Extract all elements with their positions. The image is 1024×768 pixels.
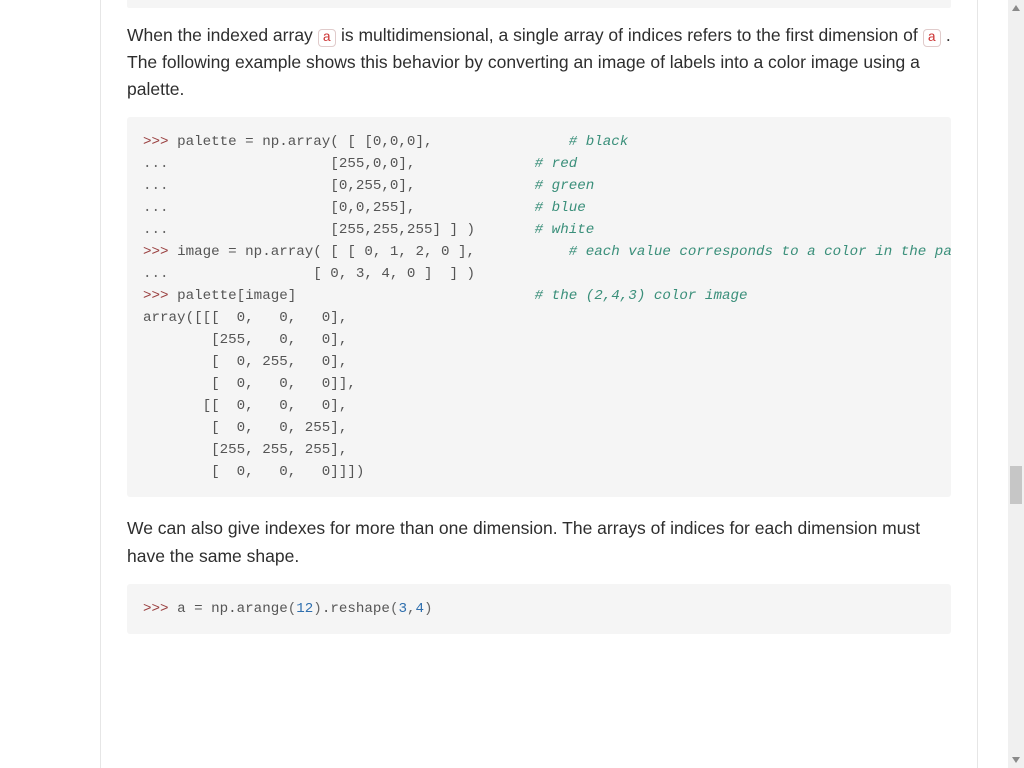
number: 3 bbox=[398, 601, 407, 617]
text-segment: is multidimensional, a single array of i… bbox=[341, 25, 923, 45]
code-output: [ 0, 255, 0], bbox=[143, 354, 347, 370]
code-comment: # blue bbox=[535, 200, 586, 216]
code-output: [ 0, 0, 0]], bbox=[143, 376, 356, 392]
code-comment: # the (2,4,3) color image bbox=[535, 288, 748, 304]
code-comment: # white bbox=[535, 222, 595, 238]
inline-code-a: a bbox=[923, 29, 941, 47]
code-text: [255,255,255] ] ) bbox=[330, 222, 534, 238]
paren: ) bbox=[424, 601, 433, 617]
paren: ( bbox=[288, 601, 297, 617]
inline-code-a: a bbox=[318, 29, 336, 47]
code-comment: # each value corresponds to a color in t… bbox=[569, 244, 951, 260]
scrollbar-down-arrow-icon[interactable] bbox=[1008, 752, 1024, 768]
code-text: .reshape bbox=[322, 601, 390, 617]
top-codeblock-slice bbox=[127, 0, 951, 8]
code-text: image = np.array( [ [ 0, 1, 2, 0 ], bbox=[177, 244, 569, 260]
code-comment: # red bbox=[535, 156, 578, 172]
prompt: >>> bbox=[143, 244, 177, 260]
code-comment: # green bbox=[535, 178, 595, 194]
text-segment: When the indexed array bbox=[127, 25, 318, 45]
paren: ) bbox=[313, 601, 322, 617]
paragraph-intro: When the indexed array a is multidimensi… bbox=[127, 22, 951, 103]
code-output: [255, 0, 0], bbox=[143, 332, 347, 348]
scrollbar-up-arrow-icon[interactable] bbox=[1008, 0, 1024, 16]
continuation: ... bbox=[143, 222, 330, 238]
code-output: [ 0, 0, 255], bbox=[143, 420, 347, 436]
continuation: ... bbox=[143, 266, 313, 282]
code-comment: # black bbox=[569, 134, 629, 150]
prompt: >>> bbox=[143, 134, 177, 150]
code-output: [[ 0, 0, 0], bbox=[143, 398, 347, 414]
code-text: palette[image] bbox=[177, 288, 535, 304]
code-text: palette = np.array( [ [0,0,0], bbox=[177, 134, 569, 150]
code-output: [ 0, 0, 0]]]) bbox=[143, 464, 364, 480]
article-column: When the indexed array a is multidimensi… bbox=[100, 0, 978, 768]
scrollbar[interactable] bbox=[1008, 0, 1024, 768]
scrollbar-thumb[interactable] bbox=[1010, 466, 1022, 504]
prompt: >>> bbox=[143, 601, 177, 617]
continuation: ... bbox=[143, 156, 330, 172]
continuation: ... bbox=[143, 178, 330, 194]
code-output: [255, 255, 255], bbox=[143, 442, 347, 458]
number: 4 bbox=[415, 601, 424, 617]
paragraph-multidim: We can also give indexes for more than o… bbox=[127, 515, 951, 569]
prompt: >>> bbox=[143, 288, 177, 304]
code-text: [255,0,0], bbox=[330, 156, 534, 172]
code-output: array([[[ 0, 0, 0], bbox=[143, 310, 347, 326]
code-text: [ 0, 3, 4, 0 ] ] ) bbox=[313, 266, 475, 282]
continuation: ... bbox=[143, 200, 330, 216]
code-text: [0,255,0], bbox=[330, 178, 534, 194]
code-block-palette: >>> palette = np.array( [ [0,0,0], # bla… bbox=[127, 117, 951, 497]
code-text: [0,0,255], bbox=[330, 200, 534, 216]
code-block-arange: >>> a = np.arange(12).reshape(3,4) bbox=[127, 584, 951, 634]
code-text: a = np.arange bbox=[177, 601, 288, 617]
number: 12 bbox=[296, 601, 313, 617]
